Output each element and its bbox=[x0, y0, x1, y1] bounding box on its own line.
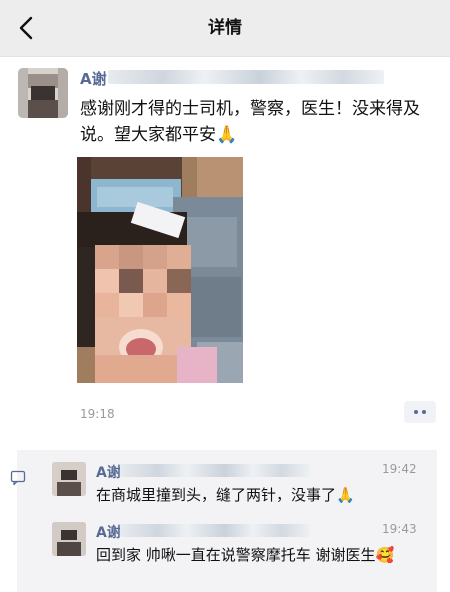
comment-time: 19:42 bbox=[382, 462, 417, 476]
dot-icon bbox=[422, 410, 426, 414]
comment-text[interactable]: 在商城里撞到头，缝了两针，没事了🙏 bbox=[96, 484, 426, 506]
comment-username[interactable]: A谢 bbox=[96, 462, 121, 482]
nav-divider bbox=[0, 56, 450, 57]
dot-icon bbox=[414, 410, 418, 414]
child-photo[interactable] bbox=[77, 157, 243, 383]
redacted-name bbox=[120, 524, 310, 537]
post-username[interactable]: A谢 bbox=[80, 68, 107, 89]
post-timestamp: 19:18 bbox=[80, 407, 115, 421]
comment-time: 19:43 bbox=[382, 522, 417, 536]
avatar[interactable] bbox=[18, 68, 68, 118]
comment-text[interactable]: 回到家 帅啾一直在说警察摩托车 谢谢医生🥰 bbox=[96, 544, 418, 566]
comment-username[interactable]: A谢 bbox=[96, 522, 121, 542]
comment-icon bbox=[10, 470, 26, 486]
more-options-button[interactable] bbox=[404, 401, 436, 423]
redacted-name bbox=[120, 464, 310, 477]
photo-image bbox=[77, 157, 243, 383]
comment-avatar[interactable] bbox=[52, 462, 86, 496]
nav-bar: 详情 bbox=[0, 0, 450, 56]
post-text: 感谢刚才得的士司机，警察，医生！没来得及说。望大家都平安🙏 bbox=[80, 99, 420, 145]
comment-avatar[interactable] bbox=[52, 522, 86, 556]
page-title: 详情 bbox=[208, 18, 242, 38]
redacted-name bbox=[108, 70, 384, 84]
